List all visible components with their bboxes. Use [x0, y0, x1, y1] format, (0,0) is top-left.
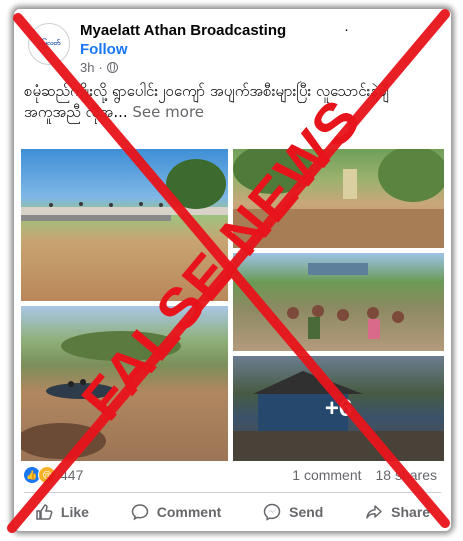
page-name[interactable]: Myaelatt Athan Broadcasting	[80, 22, 286, 39]
like-label: Like	[60, 504, 89, 520]
photo-grid: +6	[21, 149, 444, 461]
reaction-count: 447	[60, 467, 84, 483]
comment-label: Comment	[156, 504, 222, 520]
share-button[interactable]: Share	[365, 503, 430, 521]
action-bar: Like Comment Send Share	[14, 494, 451, 530]
engagement-counts: 1 comment 18 shares	[292, 467, 437, 483]
comment-button[interactable]: Comment	[131, 503, 222, 521]
avatar-logo-text: မြေလတ်	[37, 40, 61, 47]
photo-flooded-village[interactable]	[233, 149, 444, 248]
meta-separator: ·	[98, 60, 103, 75]
facebook-post-card: မြေလတ် Myaelatt Athan Broadcasting · Fol…	[14, 9, 451, 531]
more-photos-overlay[interactable]: +6	[233, 356, 444, 461]
messenger-icon	[263, 503, 281, 521]
send-label: Send	[289, 504, 324, 520]
post-header: မြေလတ် Myaelatt Athan Broadcasting · Fol…	[14, 9, 451, 83]
photo-boat-rescue[interactable]	[21, 306, 228, 461]
post-text: စမုံဆည်ကျိုးလို့ ရွာပေါင်း၂၀ကျော် အပျက်အ…	[24, 81, 442, 123]
page-avatar[interactable]: မြေလတ်	[28, 23, 70, 65]
comment-count[interactable]: 1 comment	[292, 467, 361, 483]
post-meta: 3h ·	[80, 60, 118, 75]
divider	[24, 492, 441, 493]
sad-reaction-icon: 😢	[38, 466, 56, 484]
send-button[interactable]: Send	[263, 503, 323, 521]
name-separator: ·	[344, 21, 349, 38]
photo-bridge-flood[interactable]	[21, 149, 228, 301]
share-arrow-icon	[366, 505, 382, 519]
photo-displaced-people[interactable]	[233, 253, 444, 351]
like-button[interactable]: Like	[35, 503, 89, 521]
thumbs-up-icon	[36, 504, 53, 520]
photo-flooded-house[interactable]: +6	[233, 356, 444, 461]
follow-button[interactable]: Follow	[80, 41, 128, 58]
share-label: Share	[391, 504, 431, 520]
comment-bubble-icon	[131, 504, 148, 521]
see-more-link[interactable]: See more	[132, 103, 204, 121]
post-body: စမုံဆည်ကျိုးလို့ ရွာပေါင်း၂၀ကျော် အပျက်အ…	[24, 82, 389, 121]
reaction-summary[interactable]: 👍 😢 447	[24, 464, 83, 486]
share-count[interactable]: 18 shares	[376, 467, 437, 483]
public-globe-icon	[106, 62, 118, 73]
post-time[interactable]: 3h	[80, 60, 94, 75]
